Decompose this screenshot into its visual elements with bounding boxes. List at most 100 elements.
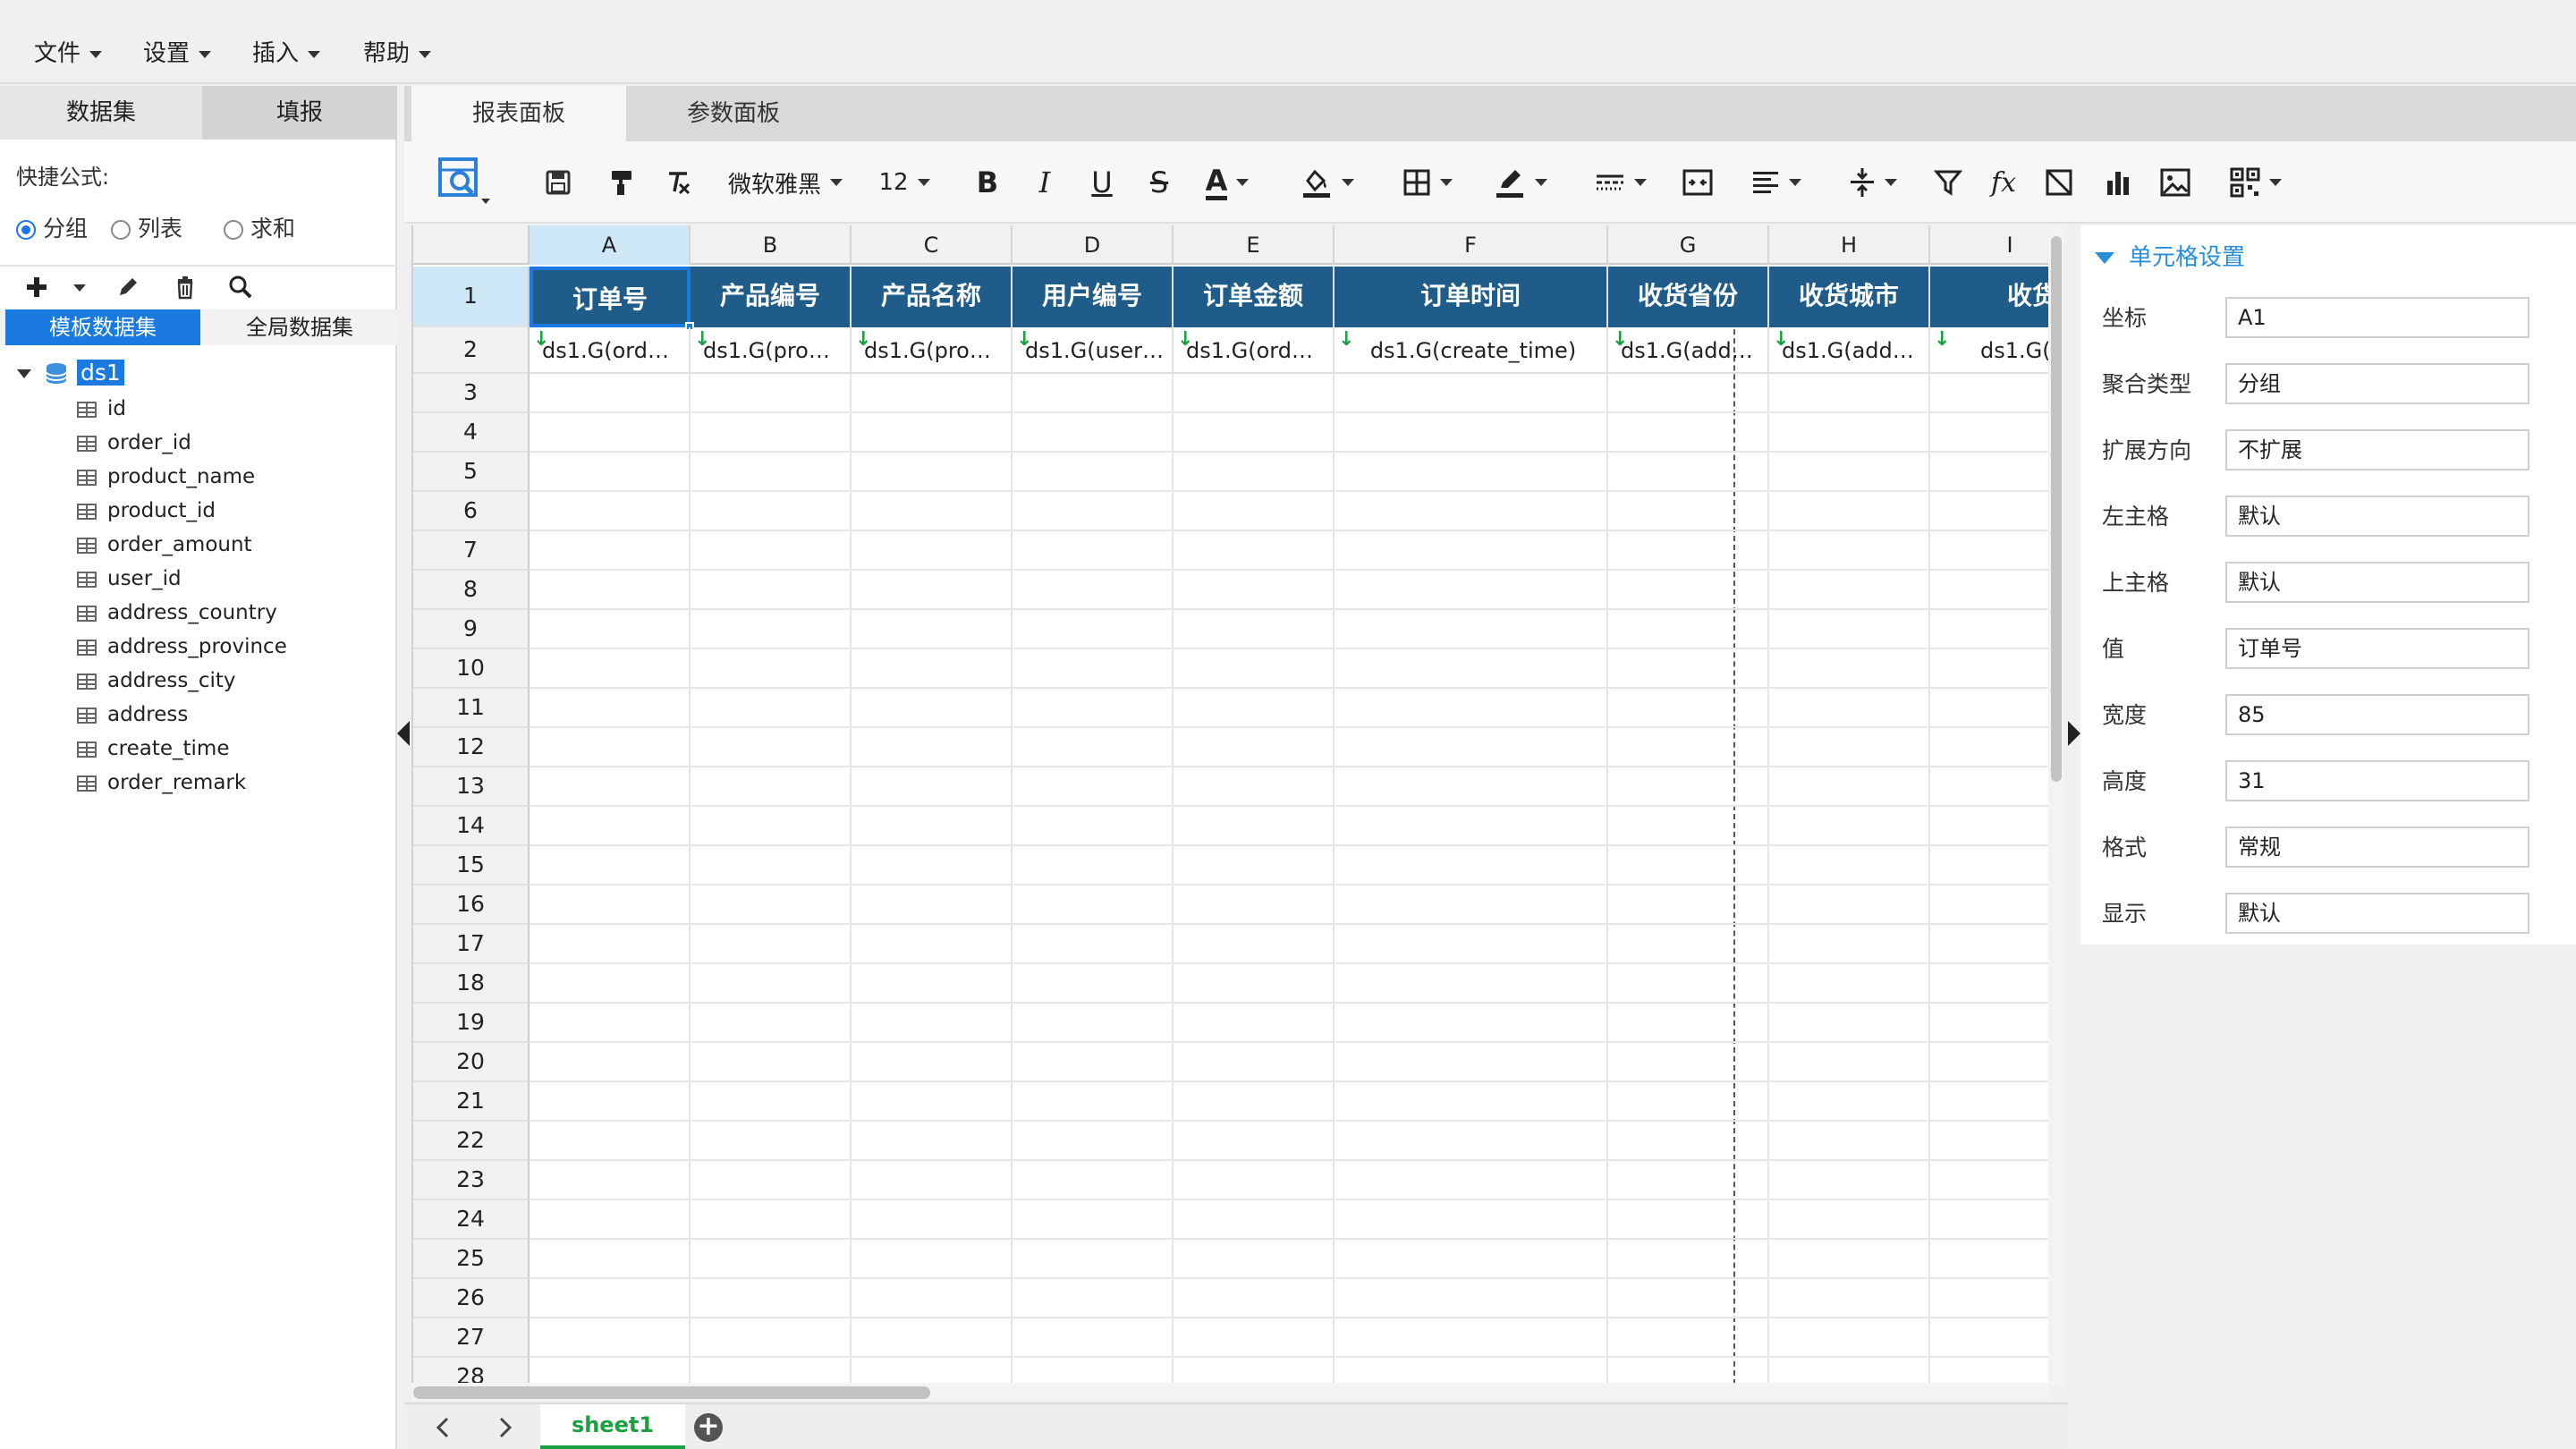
row-header[interactable]: 15	[413, 846, 530, 886]
row-header[interactable]: 16	[413, 886, 530, 925]
function-icon[interactable]: fx	[1984, 163, 2023, 202]
menu-help[interactable]: 帮助	[363, 36, 432, 72]
horizontal-scroll-thumb[interactable]	[413, 1386, 930, 1399]
cell-c1[interactable]: 产品名称	[852, 267, 1013, 327]
border-style-icon[interactable]	[1585, 163, 1657, 202]
cell-d2[interactable]: ↓ ds1.G(user_…	[1013, 327, 1174, 374]
bold-icon[interactable]: B	[968, 163, 1007, 202]
tab-dataset[interactable]: 数据集	[0, 86, 202, 140]
cell-f2[interactable]: ↓ ds1.G(create_time)	[1335, 327, 1608, 374]
tree-field[interactable]: product_name	[77, 460, 255, 494]
tree-field[interactable]: user_id	[77, 562, 182, 596]
row-header[interactable]: 11	[413, 689, 530, 728]
column-header-h[interactable]: H	[1769, 225, 1930, 265]
row-header[interactable]: 21	[413, 1082, 530, 1122]
radio-group[interactable]: 分组	[16, 213, 88, 245]
top-master-input[interactable]: 默认	[2225, 562, 2529, 603]
filter-icon[interactable]	[1928, 163, 1968, 202]
display-input[interactable]: 默认	[2225, 893, 2529, 934]
column-header-c[interactable]: C	[852, 225, 1013, 265]
panel-title[interactable]: 单元格设置	[2095, 240, 2245, 275]
cell-c2[interactable]: ↓ ds1.G(prod…	[852, 327, 1013, 374]
save-icon[interactable]	[538, 163, 578, 202]
search-icon[interactable]	[225, 272, 256, 302]
row-header[interactable]: 2	[413, 327, 530, 374]
aggregation-type-input[interactable]: 分组	[2225, 363, 2529, 404]
qrcode-icon[interactable]	[2220, 163, 2292, 202]
menu-settings[interactable]: 设置	[143, 36, 212, 72]
tree-field[interactable]: order_amount	[77, 528, 252, 562]
row-header[interactable]: 6	[413, 492, 530, 531]
add-sheet-icon[interactable]: +	[694, 1413, 723, 1442]
underline-icon[interactable]: U	[1082, 163, 1122, 202]
border-color-icon[interactable]	[1485, 163, 1556, 202]
radio-list[interactable]: 列表	[111, 213, 182, 245]
spreadsheet-grid[interactable]: A B C D E F G H I 1 2 3 4 5 6 7 8 9 10 1…	[411, 225, 2048, 1386]
cell-g1[interactable]: 收货省份	[1608, 267, 1769, 327]
row-header[interactable]: 20	[413, 1043, 530, 1082]
menu-insert[interactable]: 插入	[252, 36, 321, 72]
image-icon[interactable]	[2156, 163, 2195, 202]
collapse-left-icon[interactable]	[397, 721, 410, 746]
trash-icon[interactable]	[170, 272, 200, 302]
tree-field[interactable]: product_id	[77, 494, 216, 528]
tree-field[interactable]: create_time	[77, 732, 229, 766]
preview-icon[interactable]	[429, 157, 501, 204]
plus-icon[interactable]	[21, 272, 52, 302]
row-header[interactable]: 4	[413, 413, 530, 453]
clear-format-icon[interactable]	[658, 163, 698, 202]
tree-field[interactable]: address	[77, 698, 188, 732]
row-header[interactable]: 9	[413, 610, 530, 649]
border-icon[interactable]	[1392, 163, 1463, 202]
radio-sum[interactable]: 求和	[224, 213, 295, 245]
tree-field[interactable]: order_remark	[77, 766, 246, 800]
tree-field[interactable]: order_id	[77, 426, 191, 460]
row-header[interactable]: 14	[413, 807, 530, 846]
align-vertical-icon[interactable]	[1837, 163, 1909, 202]
row-header[interactable]: 18	[413, 964, 530, 1004]
row-header[interactable]: 24	[413, 1200, 530, 1240]
row-header[interactable]: 5	[413, 453, 530, 492]
fill-color-icon[interactable]	[1292, 163, 1363, 202]
corner-cell[interactable]	[413, 225, 530, 265]
cell-a2[interactable]: ↓ ds1.G(order…	[530, 327, 691, 374]
chevron-left-icon[interactable]	[428, 1411, 460, 1444]
format-input[interactable]: 常规	[2225, 826, 2529, 868]
cell-a1[interactable]: 订单号	[530, 267, 691, 327]
cell-h1[interactable]: 收货城市	[1769, 267, 1930, 327]
row-header[interactable]: 22	[413, 1122, 530, 1161]
row-header[interactable]: 17	[413, 925, 530, 964]
row-header[interactable]: 1	[413, 267, 530, 327]
font-size-select[interactable]: 12	[873, 163, 936, 202]
width-input[interactable]: 85	[2225, 694, 2529, 735]
tree-field[interactable]: address_city	[77, 664, 236, 698]
row-header[interactable]: 10	[413, 649, 530, 689]
tab-global-dataset[interactable]: 全局数据集	[202, 309, 397, 345]
chart-icon[interactable]	[2098, 163, 2138, 202]
row-header[interactable]: 3	[413, 374, 530, 413]
column-header-i[interactable]: I	[1930, 225, 2048, 265]
strikethrough-icon[interactable]: S	[1140, 163, 1179, 202]
tab-param-panel[interactable]: 参数面板	[626, 86, 841, 141]
cell-h2[interactable]: ↓ ds1.G(addr…	[1769, 327, 1930, 374]
tree-field[interactable]: address_province	[77, 630, 287, 664]
cell-b2[interactable]: ↓ ds1.G(prod…	[691, 327, 852, 374]
row-header[interactable]: 23	[413, 1161, 530, 1200]
tree-root-ds1[interactable]: ds1	[16, 358, 124, 388]
sheet-tab-sheet1[interactable]: sheet1	[540, 1404, 685, 1449]
format-painter-icon[interactable]	[603, 163, 642, 202]
height-input[interactable]: 31	[2225, 760, 2529, 801]
chevron-down-icon[interactable]	[64, 272, 95, 302]
column-header-b[interactable]: B	[691, 225, 852, 265]
tab-template-dataset[interactable]: 模板数据集	[5, 309, 200, 345]
column-header-g[interactable]: G	[1608, 225, 1769, 265]
cell-e1[interactable]: 订单金额	[1174, 267, 1335, 327]
cell-d1[interactable]: 用户编号	[1013, 267, 1174, 327]
horizontal-scrollbar[interactable]	[411, 1383, 2048, 1401]
column-header-e[interactable]: E	[1174, 225, 1335, 265]
tab-report-panel[interactable]: 报表面板	[411, 86, 626, 141]
cell-g2[interactable]: ↓ ds1.G(addr…	[1608, 327, 1769, 374]
row-header[interactable]: 8	[413, 571, 530, 610]
font-family-select[interactable]: 微软雅黑	[723, 163, 848, 202]
row-header[interactable]: 7	[413, 531, 530, 571]
